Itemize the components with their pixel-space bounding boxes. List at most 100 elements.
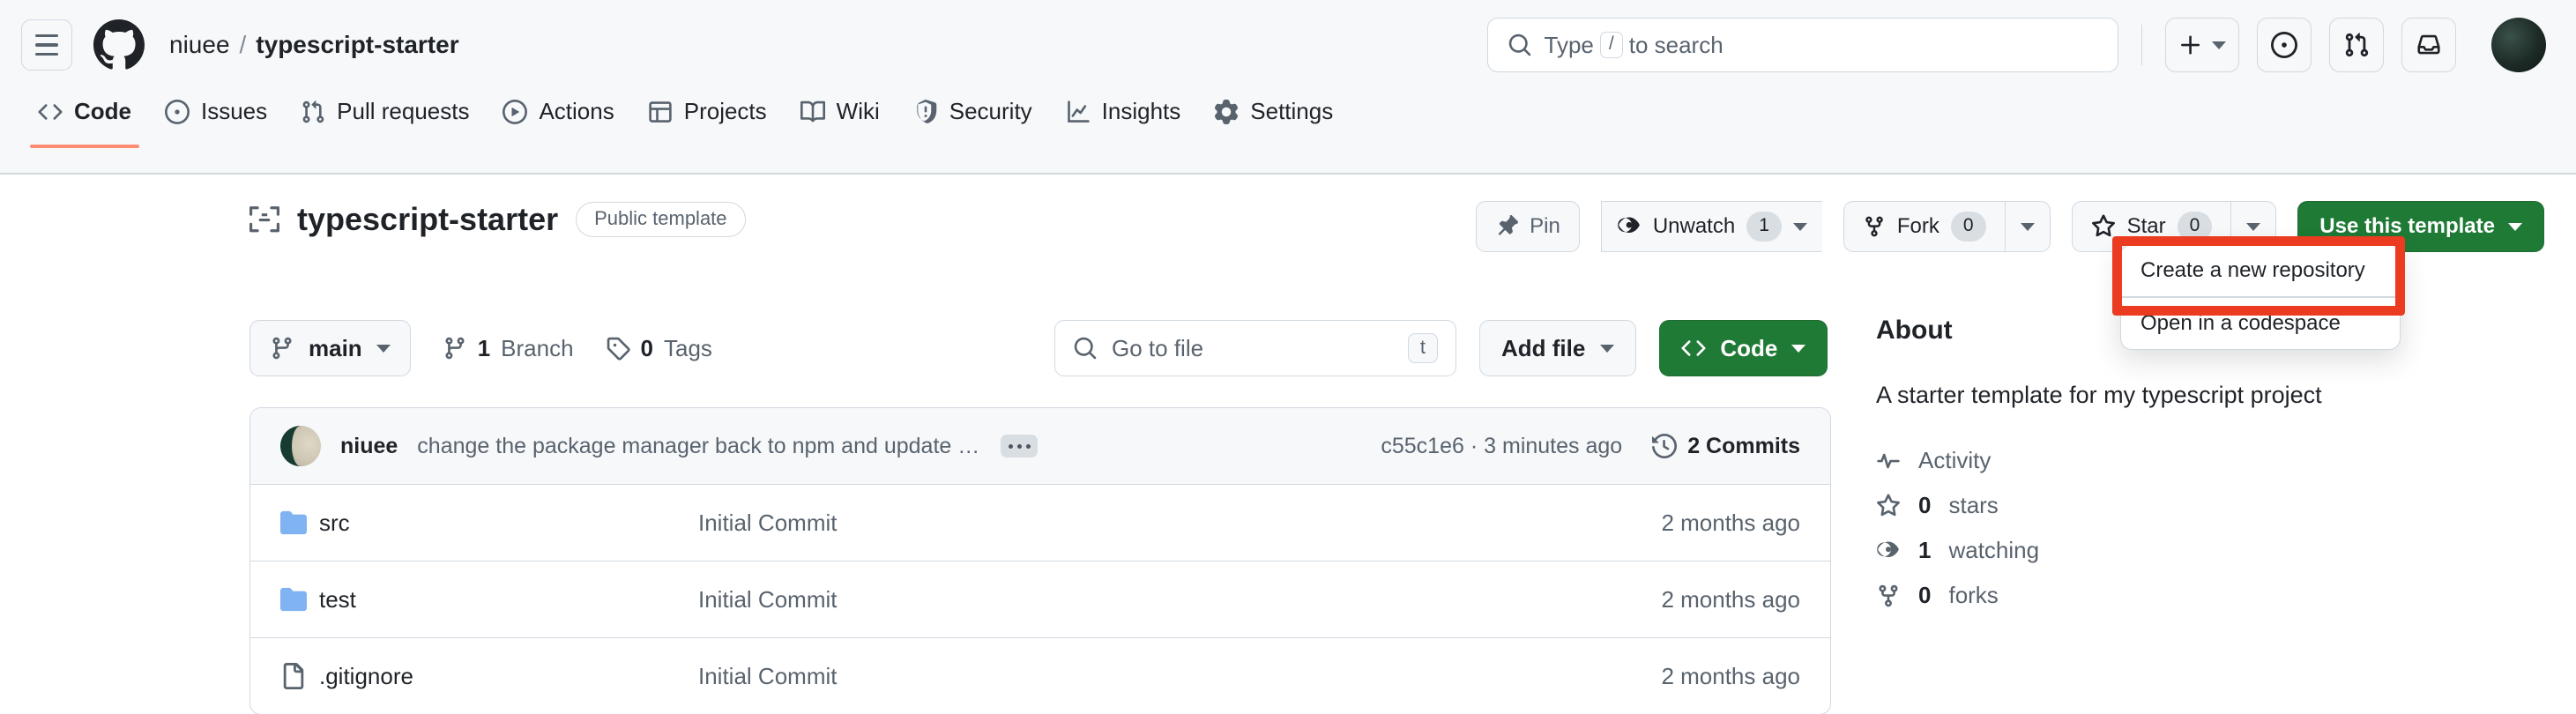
use-template-dropdown-menu: Create a new repository Open in a codesp… [2120,244,2401,350]
create-new-button[interactable] [2165,18,2239,72]
file-commit-time: 2 months ago [1661,585,1800,613]
folder-icon [280,586,319,613]
chevron-down-icon [2020,222,2035,231]
about-links: Activity 0 stars 1 watching 0 forks [1876,447,2440,609]
fork-dropdown-button[interactable] [2004,201,2051,252]
breadcrumb-owner[interactable]: niuee [169,31,230,59]
table-row[interactable]: test Initial Commit 2 months ago [250,561,1830,637]
tab-code[interactable]: Code [21,90,148,148]
breadcrumb-separator: / [239,31,247,58]
file-name[interactable]: src [319,509,698,537]
file-commit-message[interactable]: Initial Commit [698,586,1661,614]
commit-message[interactable]: change the package manager back to npm a… [417,434,981,459]
fork-button-group: Fork 0 [1843,201,2051,252]
chevron-down-icon [1791,344,1806,353]
book-icon [800,100,825,122]
tab-pull-requests[interactable]: Pull requests [284,90,486,148]
repo-nav-tabs: Code Issues Pull requests Actions Projec… [0,90,2576,174]
tab-actions[interactable]: Actions [486,90,630,148]
file-commit-message[interactable]: Initial Commit [698,509,1661,537]
page-title[interactable]: typescript-starter [297,201,558,238]
stars-link[interactable]: 0 stars [1876,492,2440,519]
stars-count: 0 [1918,492,1932,519]
menu-item-create-a-new-repository[interactable]: Create a new repository [2121,245,2400,296]
star-label: Star [2126,214,2166,238]
visibility-badge: Public template [576,202,746,237]
dot [1025,443,1031,449]
star-icon [2091,214,2115,237]
commit-expand-button[interactable] [1001,435,1039,457]
issue-opened-icon [165,99,190,124]
branch-selector-button[interactable]: main [249,320,411,376]
go-to-file-input[interactable]: Go to file t [1054,320,1456,376]
pin-button[interactable]: Pin [1476,201,1580,252]
header-right-controls: Type / to search [1486,18,2546,72]
code-button[interactable]: Code [1659,320,1828,376]
tag-icon [607,337,630,361]
forks-label: forks [1948,582,1999,609]
forks-link[interactable]: 0 forks [1876,582,2440,609]
go-to-file-placeholder: Go to file [1112,334,1204,361]
github-logo-icon[interactable] [93,19,145,71]
watching-count: 1 [1918,537,1932,564]
branch-word: Branch [501,334,574,361]
git-pull-request-icon [302,100,324,123]
shield-icon [917,99,936,123]
search-input[interactable]: Type / to search [1486,18,2118,72]
tags-link[interactable]: 0 Tags [606,335,712,362]
menu-item-open-in-a-codespace[interactable]: Open in a codespace [2121,298,2400,349]
tab-label: Code [74,98,131,124]
file-commit-message[interactable]: Initial Commit [698,663,1661,690]
tab-wiki[interactable]: Wiki [784,90,897,148]
watching-label: watching [1948,537,2040,564]
tab-label: Actions [539,98,614,124]
breadcrumb-repo[interactable]: typescript-starter [256,31,458,59]
commit-sha[interactable]: c55c1e6 [1381,434,1464,458]
t-key-hint: t [1407,333,1438,363]
tab-label: Projects [683,98,767,124]
search-icon [1074,337,1097,360]
file-toolbar-right: Go to file t Add file Code [1054,320,1828,376]
file-name[interactable]: test [319,586,698,614]
about-sidebar: About A starter template for my typescri… [1876,316,2440,609]
tab-label: Insights [1101,98,1181,124]
file-table: niuee change the package manager back to… [249,407,1831,714]
branches-link[interactable]: 1 Branch [443,335,574,362]
pulse-icon [1877,453,1900,468]
chevron-down-icon [2212,41,2226,49]
table-row[interactable]: .gitignore Initial Commit 2 months ago [250,637,1830,714]
activity-link[interactable]: Activity [1876,447,2440,474]
tab-label: Issues [201,98,268,124]
unwatch-button[interactable]: Unwatch 1 [1600,201,1822,252]
watch-count: 1 [1746,212,1782,242]
star-icon [1877,493,1900,516]
branch-count: 1 [477,334,491,361]
dot [1016,443,1022,449]
tab-security[interactable]: Security [897,90,1049,148]
avatar[interactable] [2491,18,2546,72]
stars-label: stars [1948,492,1999,519]
eye-icon [1617,217,1640,233]
fork-button[interactable]: Fork 0 [1843,201,2005,252]
add-file-label: Add file [1501,334,1586,361]
issues-button[interactable] [2257,18,2312,72]
add-file-button[interactable]: Add file [1479,320,1637,376]
commit-author-name[interactable]: niuee [340,434,398,459]
tab-settings[interactable]: Settings [1197,90,1350,148]
file-name[interactable]: .gitignore [319,663,698,690]
latest-commit-bar: niuee change the package manager back to… [250,408,1830,484]
chevron-down-icon [1792,222,1807,231]
dot [1008,443,1013,449]
tab-projects[interactable]: Projects [631,90,784,148]
watching-link[interactable]: 1 watching [1876,537,2440,564]
commits-count-link[interactable]: 2 Commits [1652,434,1800,459]
hamburger-menu-icon[interactable] [21,19,72,71]
commit-author-avatar[interactable] [280,426,321,466]
table-row[interactable]: src Initial Commit 2 months ago [250,484,1830,561]
tab-issues[interactable]: Issues [148,90,284,148]
file-commit-time: 2 months ago [1661,662,1800,689]
graph-icon [1067,100,1090,123]
pull-requests-button[interactable] [2329,18,2384,72]
notifications-button[interactable] [2401,18,2456,72]
tab-insights[interactable]: Insights [1049,90,1198,148]
